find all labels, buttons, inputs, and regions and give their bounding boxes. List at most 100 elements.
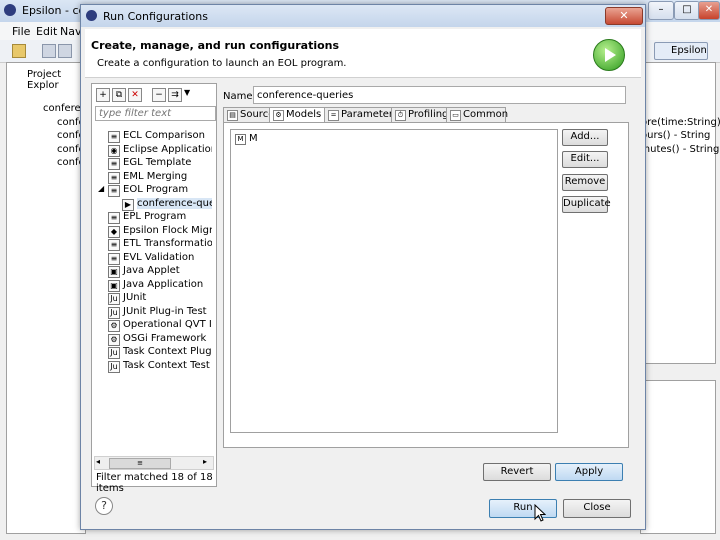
tab-parameters[interactable]: = Parameters [324, 107, 398, 122]
dialog-titlebar: Run Configurations ✕ [81, 5, 645, 27]
tree-item-label: ECL Comparison [123, 130, 205, 141]
scroll-left-icon[interactable]: ◂ [96, 457, 100, 466]
tree-toolbar: + ⧉ ✕ − ⇉ ▼ [94, 86, 214, 104]
help-icon[interactable]: ? [95, 497, 113, 515]
models-tab-body: M M Add... Edit... Remove Duplicate [223, 122, 629, 448]
tree-item[interactable]: ◉ Eclipse Application [92, 144, 212, 157]
revert-button[interactable]: Revert [483, 463, 551, 481]
dialog-close-icon[interactable]: ✕ [605, 7, 643, 25]
duplicate-model-button[interactable]: Duplicate [562, 196, 611, 213]
tab-models[interactable]: ⚙ Models [269, 107, 325, 123]
expand-twistie-icon[interactable]: ◢ [98, 184, 104, 193]
tab-source[interactable]: ▤ Source [223, 107, 274, 122]
remove-model-button[interactable]: Remove [562, 174, 608, 191]
minimize-button[interactable]: – [648, 1, 674, 20]
tree-item[interactable]: Ju JUnit Plug-in Test [92, 306, 212, 319]
launch-type-icon: ◆ [108, 225, 120, 238]
delete-configuration-icon[interactable]: ✕ [128, 88, 142, 102]
scrollbar-thumb[interactable]: ≡ [109, 458, 171, 469]
tree-horizontal-scrollbar[interactable]: ◂ ≡ ▸ [94, 456, 214, 470]
duplicate-configuration-icon[interactable]: ⧉ [112, 88, 126, 102]
project-explorer-title[interactable]: Project Explor [27, 69, 85, 91]
tree-item-label: OSGi Framework [123, 332, 207, 344]
add-model-button[interactable]: Add... [562, 129, 608, 146]
outline-item[interactable]: inutes() - String [641, 144, 719, 155]
close-window-button[interactable]: ✕ [698, 1, 720, 20]
filter-status: Filter matched 18 of 18 items [96, 472, 213, 494]
tree-item-label: conference-queries [137, 197, 212, 209]
dialog-title: Run Configurations [103, 10, 208, 23]
name-field[interactable] [253, 86, 626, 104]
tree-item[interactable]: ≡ EGL Template [92, 157, 212, 170]
outline-view: ore(time:String) : ours() - String inute… [640, 62, 720, 364]
tree-item[interactable]: ≡ EML Merging [92, 171, 212, 184]
tree-item[interactable]: JuTask Context Plug-in Test [92, 346, 212, 359]
launch-type-icon: Ju [108, 306, 120, 319]
project-explorer-view: Project Explor conferen confe confe conf… [6, 62, 87, 534]
tree-item-label: JUnit Plug-in Test [123, 305, 207, 317]
mouse-cursor-icon [534, 504, 546, 522]
tree-item[interactable]: Ju JUnit [92, 292, 212, 305]
tree-item[interactable]: ◢ ≡ EOL Program [92, 184, 212, 197]
scroll-right-icon[interactable]: ▸ [203, 457, 207, 466]
outline-item[interactable]: ore(time:String) : [641, 117, 720, 128]
menu-edit[interactable]: Edit [36, 25, 57, 38]
filter-input[interactable] [95, 106, 216, 121]
edit-model-button[interactable]: Edit... [562, 151, 608, 168]
launch-type-icon: ≡ [108, 185, 120, 197]
save-all-icon[interactable] [58, 44, 72, 58]
launch-type-icon: ≡ [108, 131, 120, 143]
new-configuration-icon[interactable]: + [96, 88, 110, 102]
tree-item[interactable]: ▣ Java Applet [92, 265, 212, 278]
play-icon [605, 48, 616, 62]
tree-item-label: Operational QVT Interpreter [123, 319, 212, 330]
launch-type-icon: ≡ [108, 212, 120, 224]
apply-button[interactable]: Apply [555, 463, 623, 481]
tree-item-label: Eclipse Application [123, 143, 212, 155]
run-button[interactable]: Run [489, 499, 557, 518]
tree-item[interactable]: ≡ EVL Validation [92, 252, 212, 265]
tab-common[interactable]: ▭ Common [446, 107, 508, 122]
tree-item-label: Java Application [123, 278, 204, 290]
common-icon: ▭ [450, 110, 461, 121]
name-label: Name: [223, 91, 256, 102]
launch-type-icon: ≡ [108, 158, 120, 170]
perspective-label: Epsilon [671, 45, 707, 56]
maximize-button[interactable]: □ [674, 1, 700, 20]
tree-item-label: EOL Program [123, 184, 189, 195]
epsilon-logo-icon [4, 4, 16, 16]
close-button[interactable]: Close [563, 499, 631, 518]
launch-type-icon: ⚙ [108, 333, 120, 346]
launch-type-icon: ▣ [108, 279, 120, 292]
launch-type-icon: ⚙ [108, 320, 120, 332]
menu-file[interactable]: File [12, 25, 30, 38]
model-label: M [249, 133, 258, 144]
tree-item-label: EGL Template [123, 157, 192, 168]
tree-item[interactable]: ◆Epsilon Flock Migration [92, 225, 212, 238]
models-icon: ⚙ [273, 110, 284, 121]
tree-item[interactable]: ≡ ECL Comparison [92, 130, 212, 143]
source-icon: ▤ [227, 110, 238, 121]
tree-item-label: EVL Validation [123, 251, 195, 263]
launch-type-icon: ≡ [108, 252, 120, 265]
new-icon[interactable] [12, 44, 26, 58]
tree-item-label: EPL Program [123, 211, 187, 222]
collapse-all-icon[interactable]: − [152, 88, 166, 102]
tree-item[interactable]: ⚙Operational QVT Interpreter [92, 319, 212, 332]
tab-profiling[interactable]: ⏱ Profiling [391, 107, 448, 122]
tree-item[interactable]: Ju Task Context Test [92, 360, 212, 373]
tree-item-label: Task Context Test [123, 359, 210, 371]
tree-item[interactable]: ▣ Java Application [92, 279, 212, 292]
save-icon[interactable] [42, 44, 56, 58]
tree-item[interactable]: ≡ ETL Transformation [92, 238, 212, 251]
filter-icon[interactable]: ⇉ [168, 88, 182, 102]
configuration-tree-panel: + ⧉ ✕ − ⇉ ▼ ≡ECL Comparison◉Eclipse Appl… [91, 83, 217, 494]
tree-item[interactable]: ⚙ OSGi Framework [92, 333, 212, 346]
chevron-down-icon[interactable]: ▼ [184, 88, 190, 97]
tree-item-label: Task Context Plug-in Test [123, 346, 212, 357]
models-list[interactable]: M M [230, 129, 558, 433]
tree-item[interactable]: ▶conference-queries [92, 197, 212, 211]
outline-item[interactable]: ours() - String [641, 130, 710, 141]
perspective-epsilon-button[interactable]: Epsilon [654, 42, 708, 60]
tree-item[interactable]: ≡ EPL Program [92, 211, 212, 224]
